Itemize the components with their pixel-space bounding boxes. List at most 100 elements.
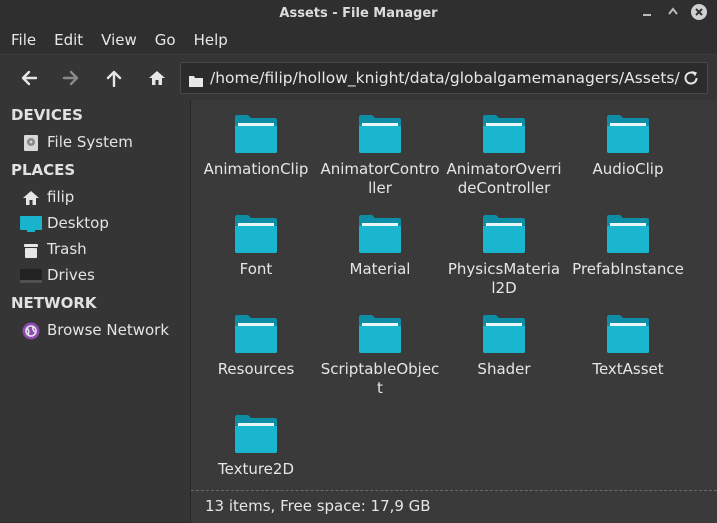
sidebar-item-label: File System: [47, 133, 133, 151]
folder-label: AudioClip: [566, 160, 690, 179]
folder-item[interactable]: Texture2D: [194, 400, 318, 496]
folder-label-line: AudioClip: [592, 160, 664, 178]
sidebar-item-desktop[interactable]: Desktop: [0, 212, 190, 236]
sidebar-item-label: Browse Network: [47, 321, 170, 339]
folder-item[interactable]: Font: [194, 200, 318, 296]
sidebar-item-label: filip: [47, 188, 75, 206]
folder-item[interactable]: AnimationClip: [194, 100, 318, 196]
folder-icon: [483, 315, 525, 353]
folder-label-line: ller: [368, 179, 392, 197]
sidebar-item-label: Desktop: [47, 214, 109, 232]
folder-label-line: Material: [349, 260, 411, 278]
back-arrow-icon[interactable]: [17, 67, 41, 89]
title-bar: Assets - File Manager: [0, 0, 717, 26]
folder-label: Texture2D: [194, 460, 318, 479]
sidebar-item-label: Drives: [47, 266, 95, 284]
folder-label: PrefabInstance: [566, 260, 690, 279]
folder-icon: [607, 215, 649, 253]
network-heading: NETWORK: [11, 294, 97, 312]
folder-label-line: deController: [457, 179, 551, 197]
forward-arrow-icon[interactable]: [59, 67, 83, 89]
folder-label-line: Texture2D: [217, 460, 294, 478]
trash-icon: [20, 241, 42, 259]
sidebar-item-filip[interactable]: filip: [0, 186, 190, 210]
folder-icon: [359, 115, 401, 153]
folder-label: TextAsset: [566, 360, 690, 379]
folder-icon: [483, 115, 525, 153]
folder-item[interactable]: Material: [318, 200, 442, 296]
folder-label: PhysicsMateria l2D: [442, 260, 566, 298]
folder-item[interactable]: Resources: [194, 300, 318, 396]
folder-icon: [235, 215, 277, 253]
minimize-icon[interactable]: [639, 4, 655, 20]
folder-label: Resources: [194, 360, 318, 379]
sidebar-item-drives[interactable]: Drives: [0, 264, 190, 288]
folder-label: ScriptableObjec t: [318, 360, 442, 398]
location-bar[interactable]: /home/filip/hollow_knight/data/globalgam…: [180, 62, 708, 94]
folder-label-line: t: [377, 379, 383, 397]
sidebar-item-label: Trash: [47, 240, 87, 258]
menu-bar: File Edit View Go Help: [0, 26, 717, 54]
menu-go[interactable]: Go: [144, 31, 183, 49]
folder-item[interactable]: TextAsset: [566, 300, 690, 396]
network-globe-icon: [20, 322, 42, 340]
folder-icon: [359, 315, 401, 353]
folder-label-line: AnimationClip: [203, 160, 309, 178]
folder-label-line: ScriptableObjec: [320, 360, 440, 378]
folder-item[interactable]: ScriptableObjec t: [318, 300, 442, 398]
places-heading: PLACES: [11, 161, 76, 179]
folder-item[interactable]: PhysicsMateria l2D: [442, 200, 566, 298]
sidebar-item-trash[interactable]: Trash: [0, 238, 190, 262]
folder-label-line: Shader: [477, 360, 531, 378]
sidebar: DEVICES File System PLACES filip Desktop…: [0, 100, 190, 522]
menu-help[interactable]: Help: [183, 31, 235, 49]
folder-icon: [607, 315, 649, 353]
menu-file[interactable]: File: [0, 31, 43, 49]
folder-icon: [235, 315, 277, 353]
up-arrow-icon[interactable]: [102, 67, 126, 89]
toolbar: /home/filip/hollow_knight/data/globalgam…: [0, 54, 717, 101]
folder-item[interactable]: AnimatorOverri deController: [442, 100, 566, 198]
menu-edit[interactable]: Edit: [43, 31, 90, 49]
status-bar: 13 items, Free space: 17,9 GB: [191, 490, 717, 523]
folder-icon: [235, 115, 277, 153]
close-icon[interactable]: [691, 4, 707, 20]
folder-label: Material: [318, 260, 442, 279]
sidebar-item-file-system[interactable]: File System: [0, 131, 190, 155]
folder-label-line: PhysicsMateria: [447, 260, 561, 278]
folder-label-line: Resources: [217, 360, 295, 378]
file-view[interactable]: AnimationClip AnimatorContro ller Animato…: [191, 100, 717, 490]
folder-label: AnimationClip: [194, 160, 318, 179]
folder-label-line: AnimatorOverri: [446, 160, 562, 178]
status-text: 13 items, Free space: 17,9 GB: [205, 497, 431, 515]
home-icon: [20, 189, 42, 207]
home-icon[interactable]: [145, 67, 169, 89]
window-title: Assets - File Manager: [279, 5, 438, 21]
folder-label: AnimatorContro ller: [318, 160, 442, 198]
folder-label-line: l2D: [491, 279, 517, 297]
folder-icon: [189, 72, 203, 91]
folder-icon: [483, 215, 525, 253]
sidebar-item-browse-network[interactable]: Browse Network: [0, 319, 190, 343]
folder-label-line: AnimatorContro: [320, 160, 440, 178]
desktop-icon: [20, 215, 42, 233]
hard-disk-icon: [20, 134, 42, 152]
folder-label-line: Font: [239, 260, 273, 278]
folder-icon: [607, 115, 649, 153]
folder-icon: [235, 415, 277, 453]
folder-label: AnimatorOverri deController: [442, 160, 566, 198]
folder-item[interactable]: Shader: [442, 300, 566, 396]
location-path[interactable]: /home/filip/hollow_knight/data/globalgam…: [210, 69, 680, 87]
menu-view[interactable]: View: [90, 31, 144, 49]
folder-label: Shader: [442, 360, 566, 379]
folder-item[interactable]: AnimatorContro ller: [318, 100, 442, 198]
folder-icon: [359, 215, 401, 253]
folder-label-line: TextAsset: [592, 360, 664, 378]
maximize-icon[interactable]: [665, 4, 681, 20]
folder-item[interactable]: PrefabInstance: [566, 200, 690, 296]
drive-icon: [20, 267, 42, 285]
reload-icon[interactable]: [683, 70, 699, 90]
folder-item[interactable]: AudioClip: [566, 100, 690, 196]
devices-heading: DEVICES: [11, 106, 83, 124]
folder-label-line: PrefabInstance: [572, 260, 684, 278]
